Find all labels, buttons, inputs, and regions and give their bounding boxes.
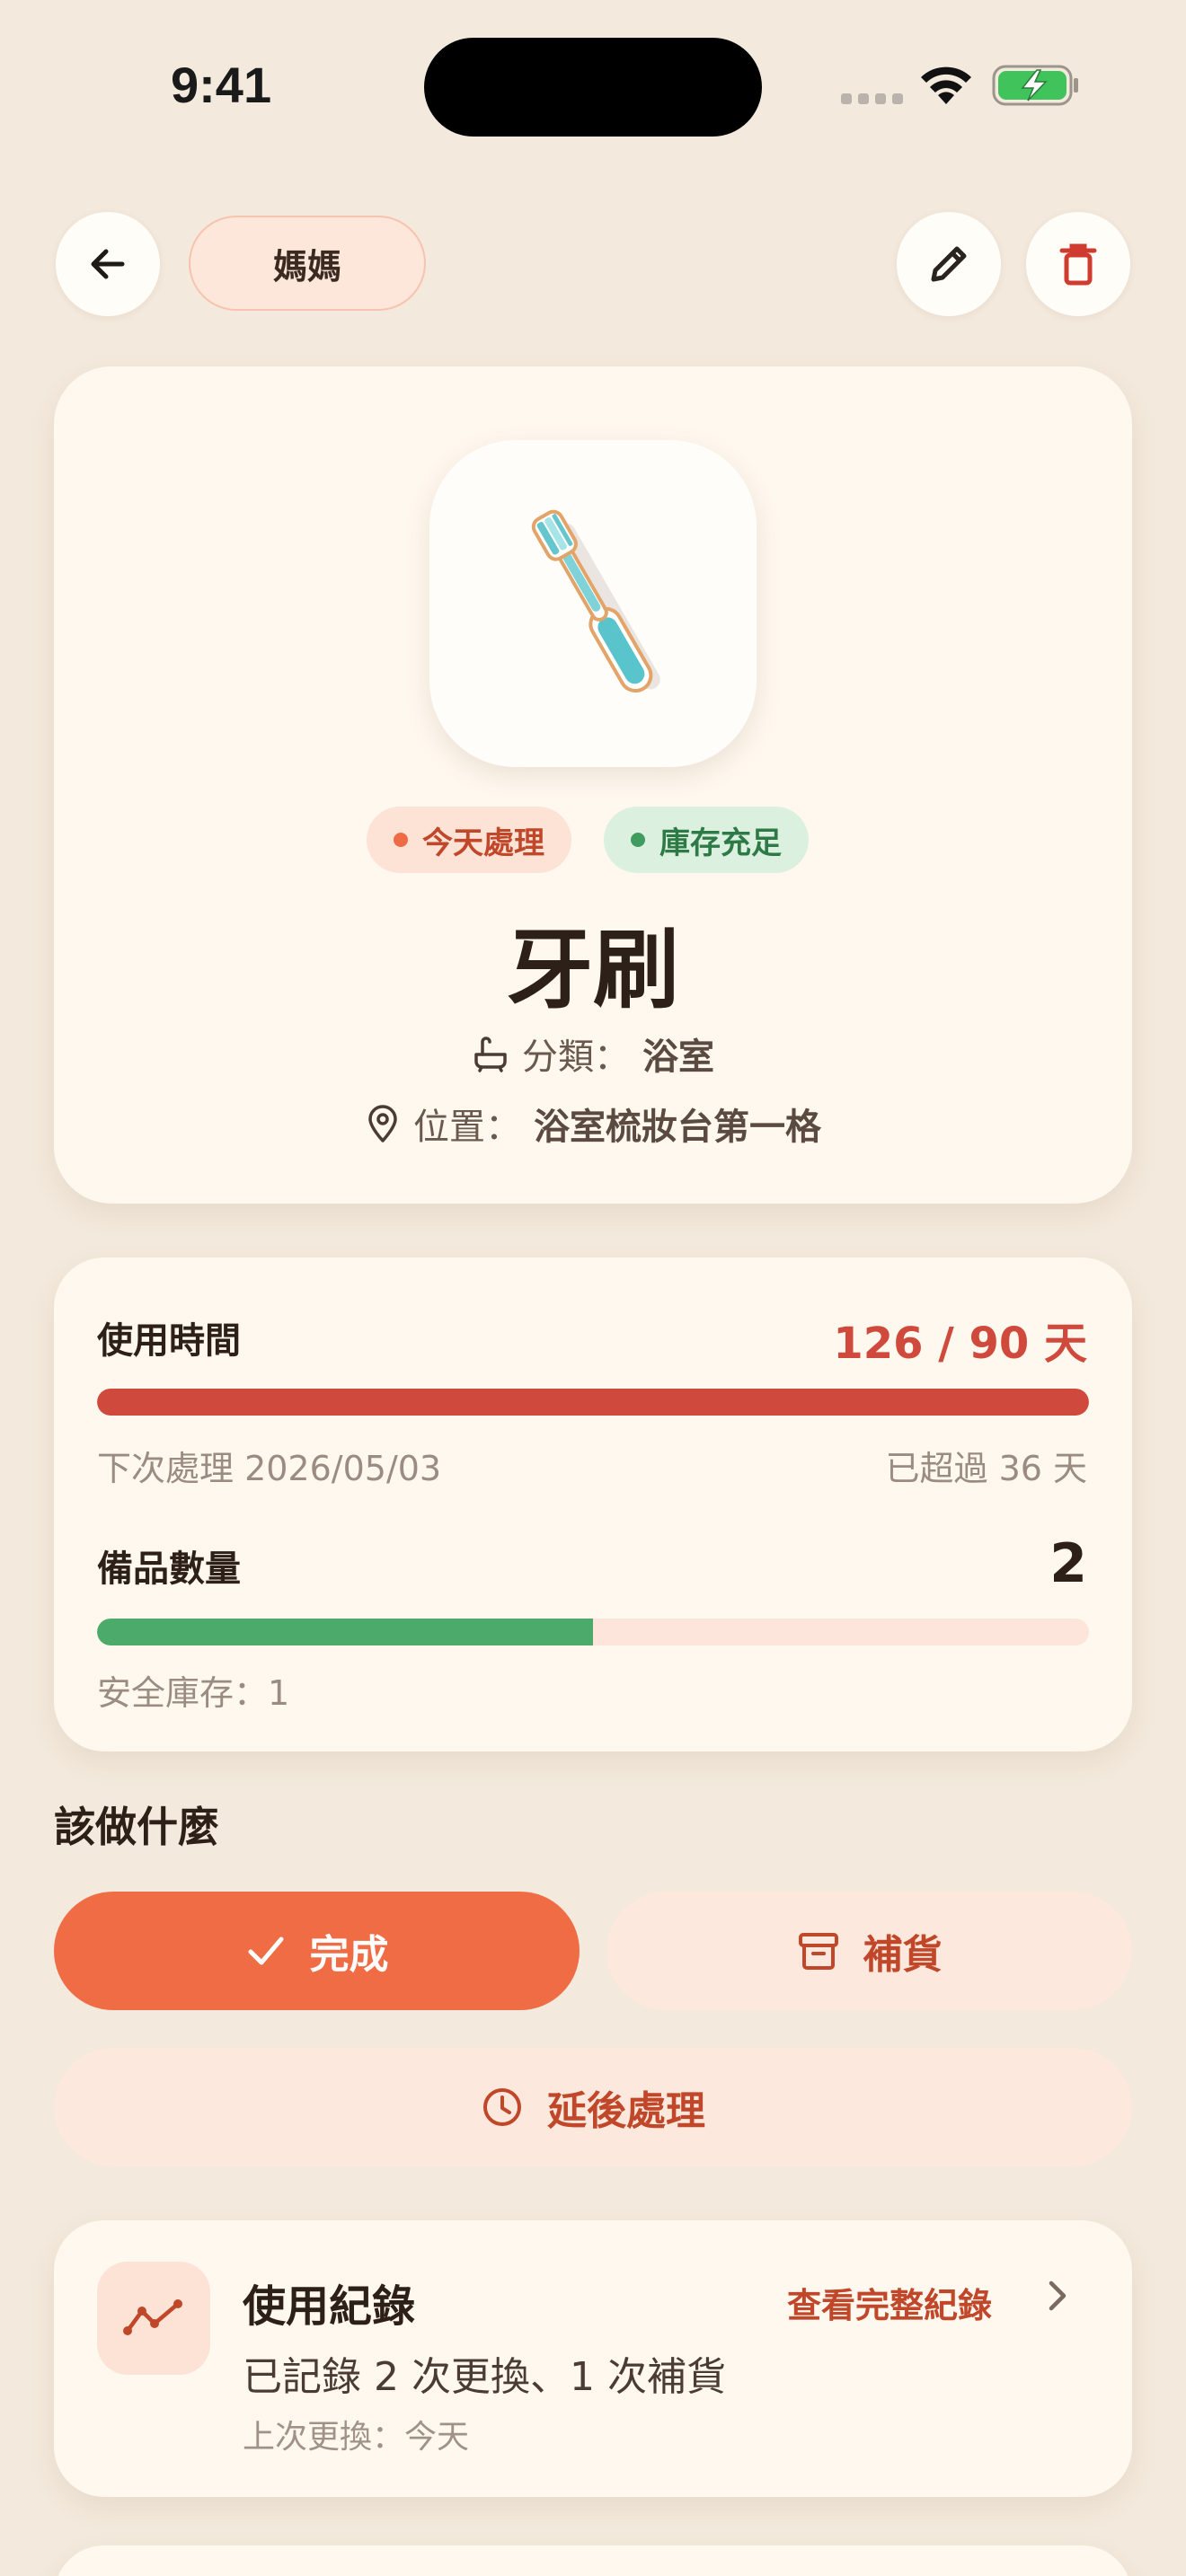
status-time: 9:41 [171, 57, 272, 113]
clock-icon [483, 2088, 521, 2126]
postpone-button[interactable]: 延後處理 [54, 2048, 1132, 2166]
delete-button[interactable] [1026, 212, 1130, 316]
location-pin-icon [368, 1105, 397, 1142]
category-row: 分類： 浴室 [0, 1028, 1186, 1080]
cellular-signal-icon [841, 93, 903, 104]
last-replaced: 上次更換：今天 [243, 2419, 470, 2456]
archive-box-icon [798, 1933, 838, 1970]
stock-ok-badge: 庫存充足 [604, 807, 809, 873]
chevron-right-icon[interactable] [1044, 2278, 1071, 2314]
toothbrush-image [531, 509, 660, 693]
category-value: 浴室 [642, 1037, 714, 1078]
edit-button[interactable] [897, 212, 1001, 316]
check-icon [248, 1936, 283, 1965]
restock-button[interactable]: 補貨 [606, 1892, 1132, 2010]
usage-progress-fill [97, 1389, 1089, 1416]
view-full-history-link[interactable]: 查看完整紀錄 [787, 2278, 992, 2327]
due-today-badge: 今天處理 [367, 807, 571, 873]
next-due-date: 下次處理 2026/05/03 [97, 1449, 442, 1488]
history-icon-tile [97, 2262, 210, 2375]
done-button[interactable]: 完成 [54, 1892, 580, 2010]
spares-label: 備品數量 [97, 1548, 241, 1590]
safety-stock: 安全庫存：1 [97, 1673, 290, 1713]
item-image [429, 440, 757, 767]
overdue-text: 已超過 36 天 [885, 1449, 1087, 1488]
next-section-card [54, 2545, 1132, 2576]
history-summary: 已記錄 2 次更換、1 次補貨 [243, 2354, 726, 2400]
wifi-icon [921, 66, 971, 104]
category-label: 分類： [522, 1037, 630, 1078]
trash-icon [1059, 243, 1097, 286]
history-title: 使用紀錄 [243, 2281, 416, 2332]
location-label: 位置： [413, 1107, 521, 1148]
status-dot-icon [631, 833, 645, 847]
location-value: 浴室梳妝台第一格 [534, 1107, 821, 1148]
back-button[interactable] [56, 212, 160, 316]
item-name: 牙刷 [507, 920, 679, 1020]
postpone-label: 延後處理 [547, 2088, 705, 2134]
restock-label: 補貨 [863, 1932, 943, 1978]
arrow-left-icon [91, 249, 125, 279]
due-badge-label: 今天處理 [422, 825, 544, 861]
spares-progress-fill [97, 1619, 593, 1645]
trend-line-icon [123, 2299, 182, 2335]
actions-title: 該做什麼 [54, 1803, 219, 1851]
usage-time-label: 使用時間 [97, 1320, 241, 1362]
pencil-icon [931, 246, 967, 282]
spares-count: 2 [1049, 1532, 1087, 1595]
stock-badge-label: 庫存充足 [659, 825, 782, 861]
usage-time-value: 126 / 90 天 [833, 1319, 1087, 1369]
done-label: 完成 [309, 1932, 389, 1978]
owner-chip[interactable]: 媽媽 [189, 216, 426, 311]
status-dot-icon [394, 833, 408, 847]
spares-progress-bar [97, 1619, 1089, 1645]
location-row: 位置： 浴室梳妝台第一格 [0, 1098, 1186, 1150]
battery-charging-icon [992, 65, 1078, 106]
usage-progress-bar [97, 1389, 1089, 1416]
bathtub-icon [474, 1037, 507, 1072]
dynamic-island [424, 38, 762, 137]
